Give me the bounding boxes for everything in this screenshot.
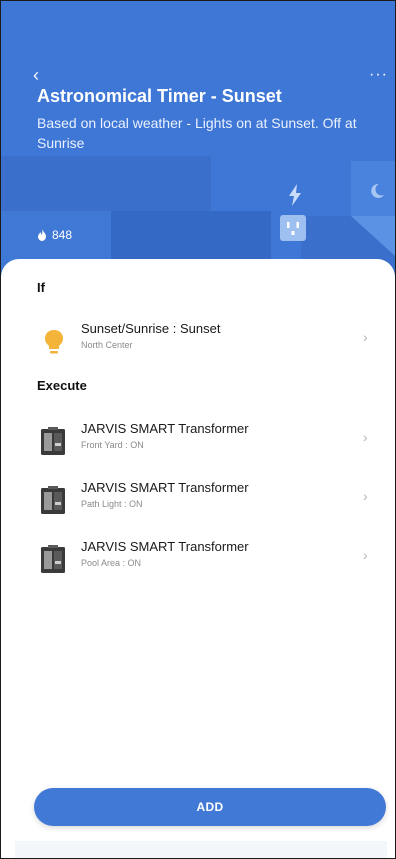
scene-title: Astronomical Timer - Sunset [37, 86, 282, 106]
scene-detail-sheet: If Sunset/Sunrise : Sunset North Center … [1, 259, 395, 858]
execute-section-label: Execute [37, 378, 87, 393]
lightbulb-icon [45, 330, 63, 354]
action-title: JARVIS SMART Transformer [81, 421, 249, 436]
chevron-right-icon: › [363, 329, 368, 345]
chevron-right-icon: › [363, 429, 368, 445]
flame-icon [38, 229, 46, 241]
scene-header: ‹ ··· Astronomical Timer - Sunset Based … [1, 1, 395, 276]
transformer-icon [41, 545, 65, 573]
action-title: JARVIS SMART Transformer [81, 539, 249, 554]
outlet-icon [280, 215, 306, 241]
back-button[interactable]: ‹ [33, 65, 39, 85]
scene-description: Based on local weather - Lights on at Su… [37, 115, 357, 151]
add-button[interactable]: ADD [34, 788, 386, 826]
chevron-right-icon: › [363, 547, 368, 563]
action-title: JARVIS SMART Transformer [81, 480, 249, 495]
chevron-right-icon: › [363, 488, 368, 504]
condition-item[interactable]: Sunset/Sunrise : Sunset North Center › [1, 319, 395, 371]
action-item[interactable]: JARVIS SMART Transformer Pool Area : ON … [1, 537, 395, 589]
lightning-icon [289, 184, 301, 206]
action-subtitle: Front Yard : ON [81, 440, 144, 450]
header-decoration [1, 156, 211, 211]
action-subtitle: Pool Area : ON [81, 558, 142, 568]
header-decoration [351, 216, 395, 256]
if-section-label: If [37, 280, 45, 295]
condition-subtitle: North Center [81, 340, 133, 350]
action-subtitle: Path Light : ON [81, 499, 143, 509]
action-item[interactable]: JARVIS SMART Transformer Front Yard : ON… [1, 419, 395, 471]
condition-title: Sunset/Sunrise : Sunset [81, 321, 221, 336]
moon-icon [371, 183, 384, 198]
app-screen: ‹ ··· Astronomical Timer - Sunset Based … [0, 0, 396, 859]
like-count-value: 848 [52, 228, 73, 242]
like-count[interactable]: 848 [37, 227, 72, 243]
bottom-bar [15, 841, 387, 858]
more-options-button[interactable]: ··· [369, 65, 388, 85]
action-item[interactable]: JARVIS SMART Transformer Path Light : ON… [1, 478, 395, 530]
transformer-icon [41, 486, 65, 514]
transformer-icon [41, 427, 65, 455]
